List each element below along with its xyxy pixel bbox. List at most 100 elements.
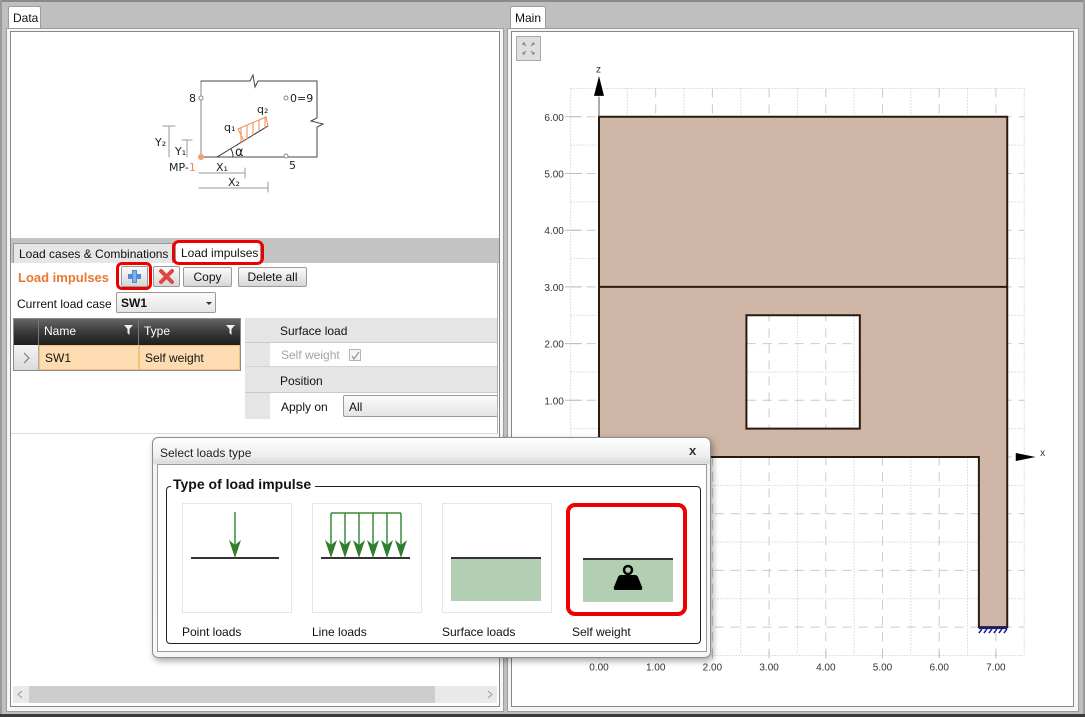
option-self-weight-label[interactable]: Self weight	[572, 625, 631, 639]
window-top-border	[0, 0, 1085, 2]
diagram-top-edge	[200, 73, 318, 89]
current-load-case-select[interactable]: SW1	[116, 292, 216, 313]
self-weight-label: Self weight	[281, 348, 340, 362]
q2-label: q₂	[257, 103, 268, 116]
column-name-label: Name	[44, 324, 77, 338]
section-position-label: Position	[280, 374, 323, 388]
table-row[interactable]: SW1 Self weight	[14, 345, 240, 370]
section-surface-load-label: Surface load	[280, 324, 348, 338]
x-tick-label: 5.00	[873, 662, 893, 673]
property-row-self-weight: Self weight	[245, 343, 498, 367]
highlight-add-button	[116, 262, 152, 290]
fixed-support-hatch	[993, 628, 998, 634]
z-tick-label: 3.00	[544, 283, 564, 294]
node-5-label: 5	[289, 159, 296, 172]
filter-icon[interactable]	[226, 325, 235, 336]
fixed-support-hatch	[978, 628, 983, 634]
angle-arc	[230, 148, 234, 158]
load-geometry-diagram: 8 0=9 5 MP-1 q₁ q₂ α Y₂ Y₁ X₁ X₂	[154, 73, 325, 193]
scroll-right-icon[interactable]	[486, 690, 494, 699]
x-tick-label: 4.00	[816, 662, 836, 673]
dialog-title: Select loads type	[160, 446, 252, 460]
table-header: Name Type	[14, 319, 240, 345]
self-weight-checkbox[interactable]	[349, 349, 361, 361]
option-line-loads[interactable]	[312, 503, 422, 613]
z-axis-arrow	[594, 75, 604, 96]
content-divider	[11, 433, 498, 434]
window-left-border	[0, 0, 2, 717]
node-8-marker	[198, 95, 204, 101]
alpha-label: α	[235, 145, 244, 160]
surface-load-icon	[451, 557, 541, 601]
x-tick-label: 3.00	[759, 662, 779, 673]
mp-1-marker	[198, 154, 204, 160]
point-load-icon	[191, 512, 279, 559]
horizontal-scrollbar[interactable]	[13, 686, 497, 703]
property-grid: Surface load Self weight Position Apply …	[245, 318, 498, 419]
x-tick-label: 1.00	[646, 662, 666, 673]
q1-label: q₁	[224, 121, 235, 134]
content-right-border	[497, 262, 498, 433]
y2-label: Y₂	[154, 136, 166, 149]
dialog-close-button[interactable]: x	[689, 443, 696, 458]
property-section-position[interactable]: Position	[245, 367, 498, 393]
highlight-self-weight-option	[566, 503, 687, 616]
fixed-support-hatch	[1003, 628, 1008, 634]
z-axis-label: z	[596, 65, 601, 76]
property-gutter	[245, 343, 270, 366]
checkmark-icon	[351, 351, 360, 361]
property-row-apply-on: Apply on All	[245, 393, 498, 419]
scrollbar-thumb[interactable]	[29, 686, 435, 703]
node-9-label: 0=9	[290, 92, 313, 105]
zoom-fit-button[interactable]	[516, 36, 541, 61]
highlight-load-impulses-tab	[172, 240, 264, 265]
option-surface-loads[interactable]	[442, 503, 552, 613]
y1-label: Y₁	[174, 145, 186, 158]
column-header-type[interactable]: Type	[139, 319, 240, 345]
row-indicator-icon	[23, 352, 30, 364]
scroll-left-icon[interactable]	[16, 690, 24, 699]
option-point-loads-label[interactable]: Point loads	[182, 625, 241, 639]
option-line-loads-label[interactable]: Line loads	[312, 625, 367, 639]
cell-type[interactable]: Self weight	[139, 345, 240, 370]
filter-icon[interactable]	[124, 325, 133, 336]
delete-x-icon	[159, 269, 174, 284]
fixed-support-hatch	[998, 628, 1003, 634]
option-point-loads[interactable]	[182, 503, 292, 613]
column-header-name[interactable]: Name	[39, 319, 139, 345]
z-tick-label: 5.00	[544, 170, 564, 181]
delete-load-impulse-button[interactable]	[153, 266, 180, 287]
copy-button[interactable]: Copy	[183, 267, 232, 287]
delete-all-button[interactable]: Delete all	[238, 267, 307, 287]
fixed-support-hatch	[988, 628, 993, 634]
x-axis-label: x	[1040, 448, 1045, 459]
option-surface-loads-label[interactable]: Surface loads	[442, 625, 515, 639]
x-tick-label: 0.00	[589, 662, 609, 673]
zoom-fit-icon	[522, 42, 535, 55]
current-load-case-value: SW1	[121, 296, 148, 310]
current-load-case-label: Current load case	[17, 297, 112, 311]
property-section-surface-load[interactable]: Surface load	[245, 318, 498, 343]
chevron-down-icon	[206, 302, 212, 305]
mp-label: MP-1	[169, 161, 196, 174]
x-tick-label: 2.00	[703, 662, 723, 673]
x1-label: X₁	[216, 161, 228, 174]
row-indicator-cell[interactable]	[14, 345, 39, 370]
group-title: Type of load impulse	[171, 476, 316, 492]
x-axis-arrow	[1015, 453, 1036, 461]
load-impulses-title: Load impulses	[18, 270, 110, 285]
load-impulses-table: Name Type SW1 Self weight	[13, 318, 241, 371]
cell-name[interactable]: SW1	[39, 345, 139, 370]
node-8-label: 8	[189, 92, 196, 105]
x-tick-label: 7.00	[986, 662, 1006, 673]
x2-label: X₂	[228, 176, 240, 189]
main-panel-tab[interactable]: Main	[510, 6, 546, 29]
fixed-support-hatch	[983, 628, 988, 634]
header-indicator-cell	[14, 319, 39, 345]
tab-load-cases-combinations[interactable]: Load cases & Combinations	[13, 243, 173, 263]
apply-on-label: Apply on	[281, 400, 328, 414]
z-tick-label: 1.00	[544, 396, 564, 407]
apply-on-select[interactable]: All	[343, 395, 498, 417]
data-panel-tab[interactable]: Data	[8, 6, 41, 29]
load-distribution	[237, 116, 269, 143]
